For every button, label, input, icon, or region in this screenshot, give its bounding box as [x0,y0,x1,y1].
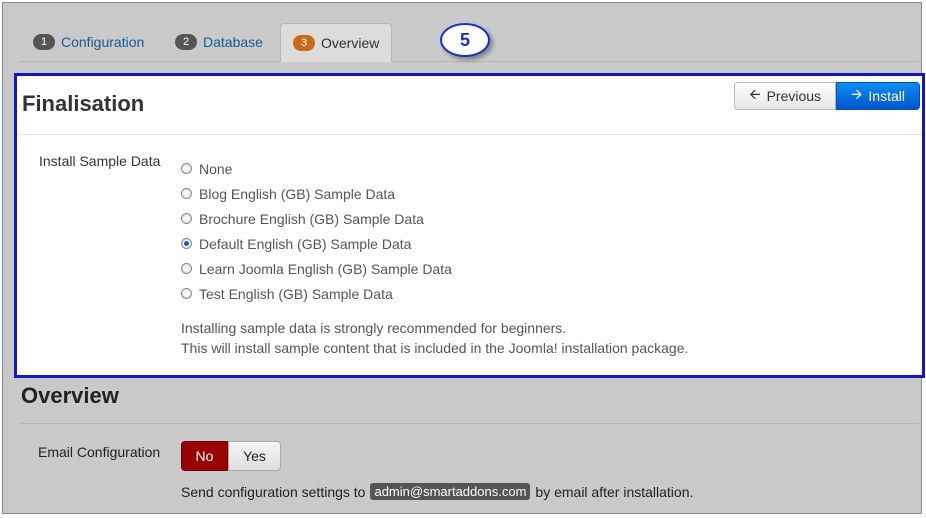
step-number: 3 [293,34,315,51]
previous-label: Previous [766,88,822,104]
install-label: Install [868,88,905,104]
send-suffix: by email after installation. [535,483,694,500]
tab-configuration[interactable]: 1 Configuration [33,23,144,61]
overview-title: Overview [21,383,119,408]
yes-button[interactable]: Yes [228,441,281,471]
tab-overview[interactable]: 3 Overview [280,23,393,62]
tab-label: Database [203,34,263,50]
step-number: 1 [33,34,55,50]
tab-label: Overview [321,34,380,51]
radio-option-test[interactable]: Test English (GB) Sample Data [181,281,452,306]
radio-option-default[interactable]: Default English (GB) Sample Data [181,231,452,256]
panel-header: Finalisation 🡨 Previous 🡪 Install [17,76,922,135]
email-badge: admin@smartaddons.com [370,483,531,500]
radio-option-brochure[interactable]: Brochure English (GB) Sample Data [181,206,452,231]
step-callout: 5 [440,23,490,57]
radio-option-learn[interactable]: Learn Joomla English (GB) Sample Data [181,256,452,281]
radio-option-blog[interactable]: Blog English (GB) Sample Data [181,181,452,206]
tab-label: Configuration [61,34,145,50]
finalisation-panel: Finalisation 🡨 Previous 🡪 Install Instal… [14,73,925,378]
nav-button-group: 🡨 Previous 🡪 Install [734,82,920,110]
no-button[interactable]: No [181,441,228,471]
send-prefix: Send configuration settings to [181,483,366,500]
radio-label[interactable]: Learn Joomla English (GB) Sample Data [199,261,452,277]
radio-button[interactable] [181,288,192,299]
radio-button[interactable] [181,188,192,199]
help-text-line: This will install sample content that is… [181,340,689,356]
radio-label[interactable]: Blog English (GB) Sample Data [199,186,395,202]
previous-button[interactable]: 🡨 Previous [734,82,837,110]
sample-data-label: Install Sample Data [39,153,161,169]
section-divider [21,423,919,424]
radio-label[interactable]: Test English (GB) Sample Data [199,286,393,302]
step-number: 2 [175,34,197,50]
radio-button-selected[interactable] [181,238,192,249]
installer-frame: 1 Configuration 2 Database 3 Overview 5 … [2,2,925,514]
radio-label[interactable]: None [199,161,232,177]
send-config-text: Send configuration settings to admin@sma… [181,483,693,500]
arrow-left-icon: 🡨 [749,86,761,102]
help-text-line: Installing sample data is strongly recom… [181,320,567,336]
radio-label[interactable]: Brochure English (GB) Sample Data [199,211,424,227]
email-config-toggle: No Yes [181,441,281,471]
radio-button[interactable] [181,263,192,274]
tab-database[interactable]: 2 Database [175,23,263,61]
radio-option-none[interactable]: None [181,156,452,181]
email-config-label: Email Configuration [38,444,161,460]
page-title: Finalisation [22,91,145,116]
sample-data-help: Installing sample data is strongly recom… [181,318,688,358]
arrow-right-icon: 🡪 [851,86,863,102]
radio-label[interactable]: Default English (GB) Sample Data [199,236,411,252]
sample-data-options: None Blog English (GB) Sample Data Broch… [181,156,452,306]
radio-button[interactable] [181,213,192,224]
radio-button[interactable] [181,163,192,174]
install-button[interactable]: 🡪 Install [836,82,920,110]
